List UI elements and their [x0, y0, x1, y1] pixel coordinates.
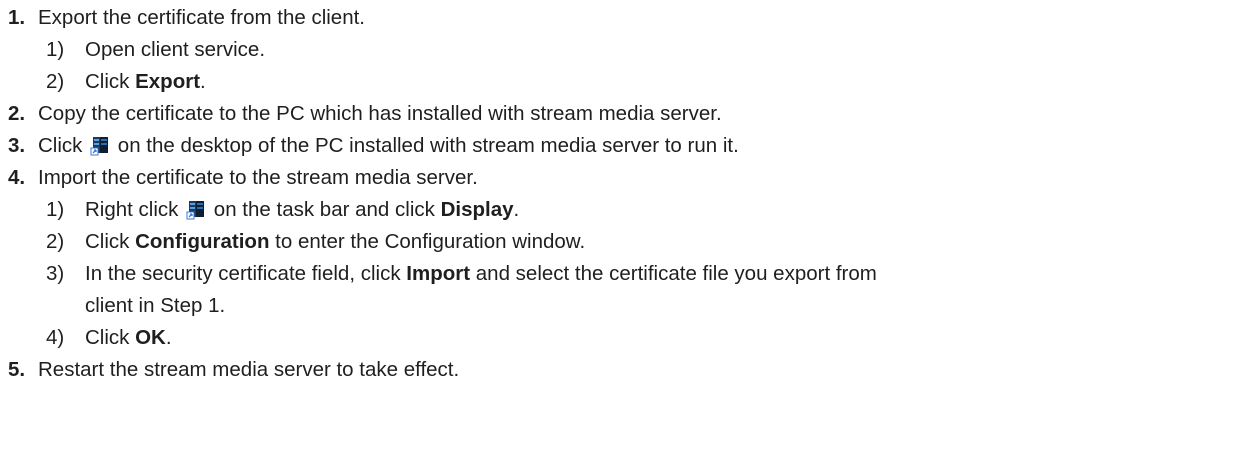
substep-number: 3): [46, 262, 65, 285]
substep-text: Right click: [85, 198, 185, 221]
step-number: 2.: [8, 102, 26, 125]
ui-term-display: Display: [440, 198, 514, 221]
substep-number: 4): [46, 326, 65, 349]
ui-term-configuration: Configuration: [135, 230, 270, 253]
substep-number: 2): [46, 70, 65, 93]
stream-media-server-icon: [90, 137, 109, 156]
step-number: 5.: [8, 358, 26, 381]
ui-term-ok: OK: [135, 326, 166, 349]
substep-number: 1): [46, 198, 65, 221]
step-number: 4.: [8, 166, 26, 189]
ui-term-export: Export: [135, 70, 201, 93]
substep-number: 2): [46, 230, 65, 253]
step-number: 3.: [8, 134, 26, 157]
substep-number: 1): [46, 38, 65, 61]
instruction-document: 1. Export the certificate from the clien…: [0, 0, 1243, 457]
substep-text: Open client service.: [85, 38, 266, 61]
step-text: Import the certificate to the stream med…: [38, 166, 478, 189]
substep-text: Click: [85, 230, 136, 253]
substep-text: In the security certificate field, click: [85, 262, 407, 285]
step-text: Export the certificate from the client.: [38, 6, 365, 29]
ui-term-import: Import: [406, 262, 471, 285]
substep-text: Click: [85, 326, 136, 349]
substep-text: client in Step 1.: [85, 294, 226, 317]
stream-media-server-icon: [186, 201, 205, 220]
step-text: Click: [38, 134, 89, 157]
substep-text: Click: [85, 70, 136, 93]
step-text: Restart the stream media server to take …: [38, 358, 460, 381]
step-text: Copy the certificate to the PC which has…: [38, 102, 722, 125]
step-number: 1.: [8, 6, 26, 29]
